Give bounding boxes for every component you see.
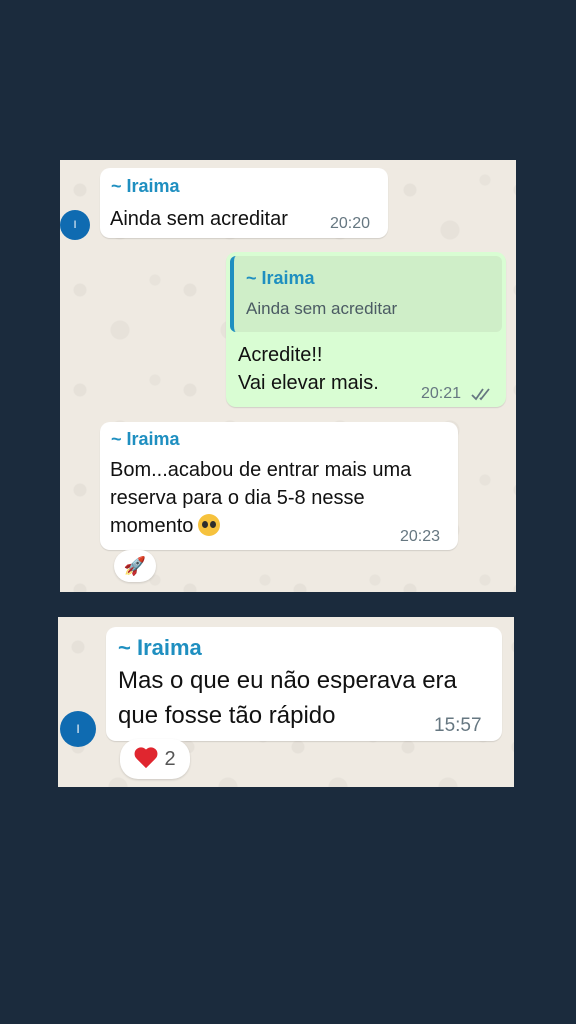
incoming-message-bubble[interactable]: ~ Iraima Bom...acabou de entrar mais uma… xyxy=(100,422,458,550)
avatar[interactable]: I xyxy=(60,210,90,240)
chat-screenshot-2: I ~ Iraima Mas o que eu não esperava era… xyxy=(58,617,514,787)
reaction-count: 2 xyxy=(164,747,176,770)
message-text-line-1: Acredite!! xyxy=(238,344,323,366)
chat-screenshot-1: I ~ Iraima Ainda sem acreditar 20:20 ~ I… xyxy=(60,160,516,592)
message-time: 20:21 xyxy=(421,385,462,402)
double-check-icon xyxy=(471,388,490,401)
incoming-message-bubble[interactable]: ~ Iraima Ainda sem acreditar 20:20 xyxy=(100,168,388,238)
message-text-line-2: que fosse tão rápido xyxy=(118,702,336,729)
reaction-badge[interactable]: 🚀 xyxy=(114,550,156,582)
quote-text: Ainda sem acreditar xyxy=(246,299,398,318)
avatar-initial: I xyxy=(76,722,80,736)
message-text-line-2: reserva para o dia 5-8 nesse xyxy=(110,487,365,509)
message-text-line-3: momento xyxy=(110,515,194,537)
sender-name[interactable]: ~ Iraima xyxy=(111,429,180,450)
quoted-message[interactable]: ~ Iraima Ainda sem acreditar xyxy=(230,256,502,332)
message-time: 20:20 xyxy=(330,215,371,232)
rocket-emoji: 🚀 xyxy=(123,555,147,576)
message-text-line-3-wrap: momento xyxy=(110,512,220,540)
message-time: 20:23 xyxy=(400,528,441,545)
message-time: 15:57 xyxy=(434,715,482,736)
incoming-message-bubble[interactable]: ~ Iraima Mas o que eu não esperava era q… xyxy=(106,627,502,741)
message-text-line-2: Vai elevar mais. xyxy=(238,372,379,394)
sender-name[interactable]: ~ Iraima xyxy=(118,635,202,661)
outgoing-message-bubble[interactable]: ~ Iraima Ainda sem acreditar Acredite!! … xyxy=(226,252,506,407)
sender-name[interactable]: ~ Iraima xyxy=(111,176,180,197)
avatar[interactable]: I xyxy=(60,711,96,747)
message-text-line-1: Bom...acabou de entrar mais uma xyxy=(110,459,412,481)
quote-sender-name: ~ Iraima xyxy=(246,268,315,288)
reaction-badge[interactable]: 2 xyxy=(120,739,190,779)
heart-icon xyxy=(134,748,158,770)
pleading-face-emoji xyxy=(197,514,220,536)
message-text-line-1: Mas o que eu não esperava era xyxy=(118,667,457,694)
avatar-initial: I xyxy=(73,219,77,231)
message-text: Ainda sem acreditar xyxy=(110,208,288,230)
